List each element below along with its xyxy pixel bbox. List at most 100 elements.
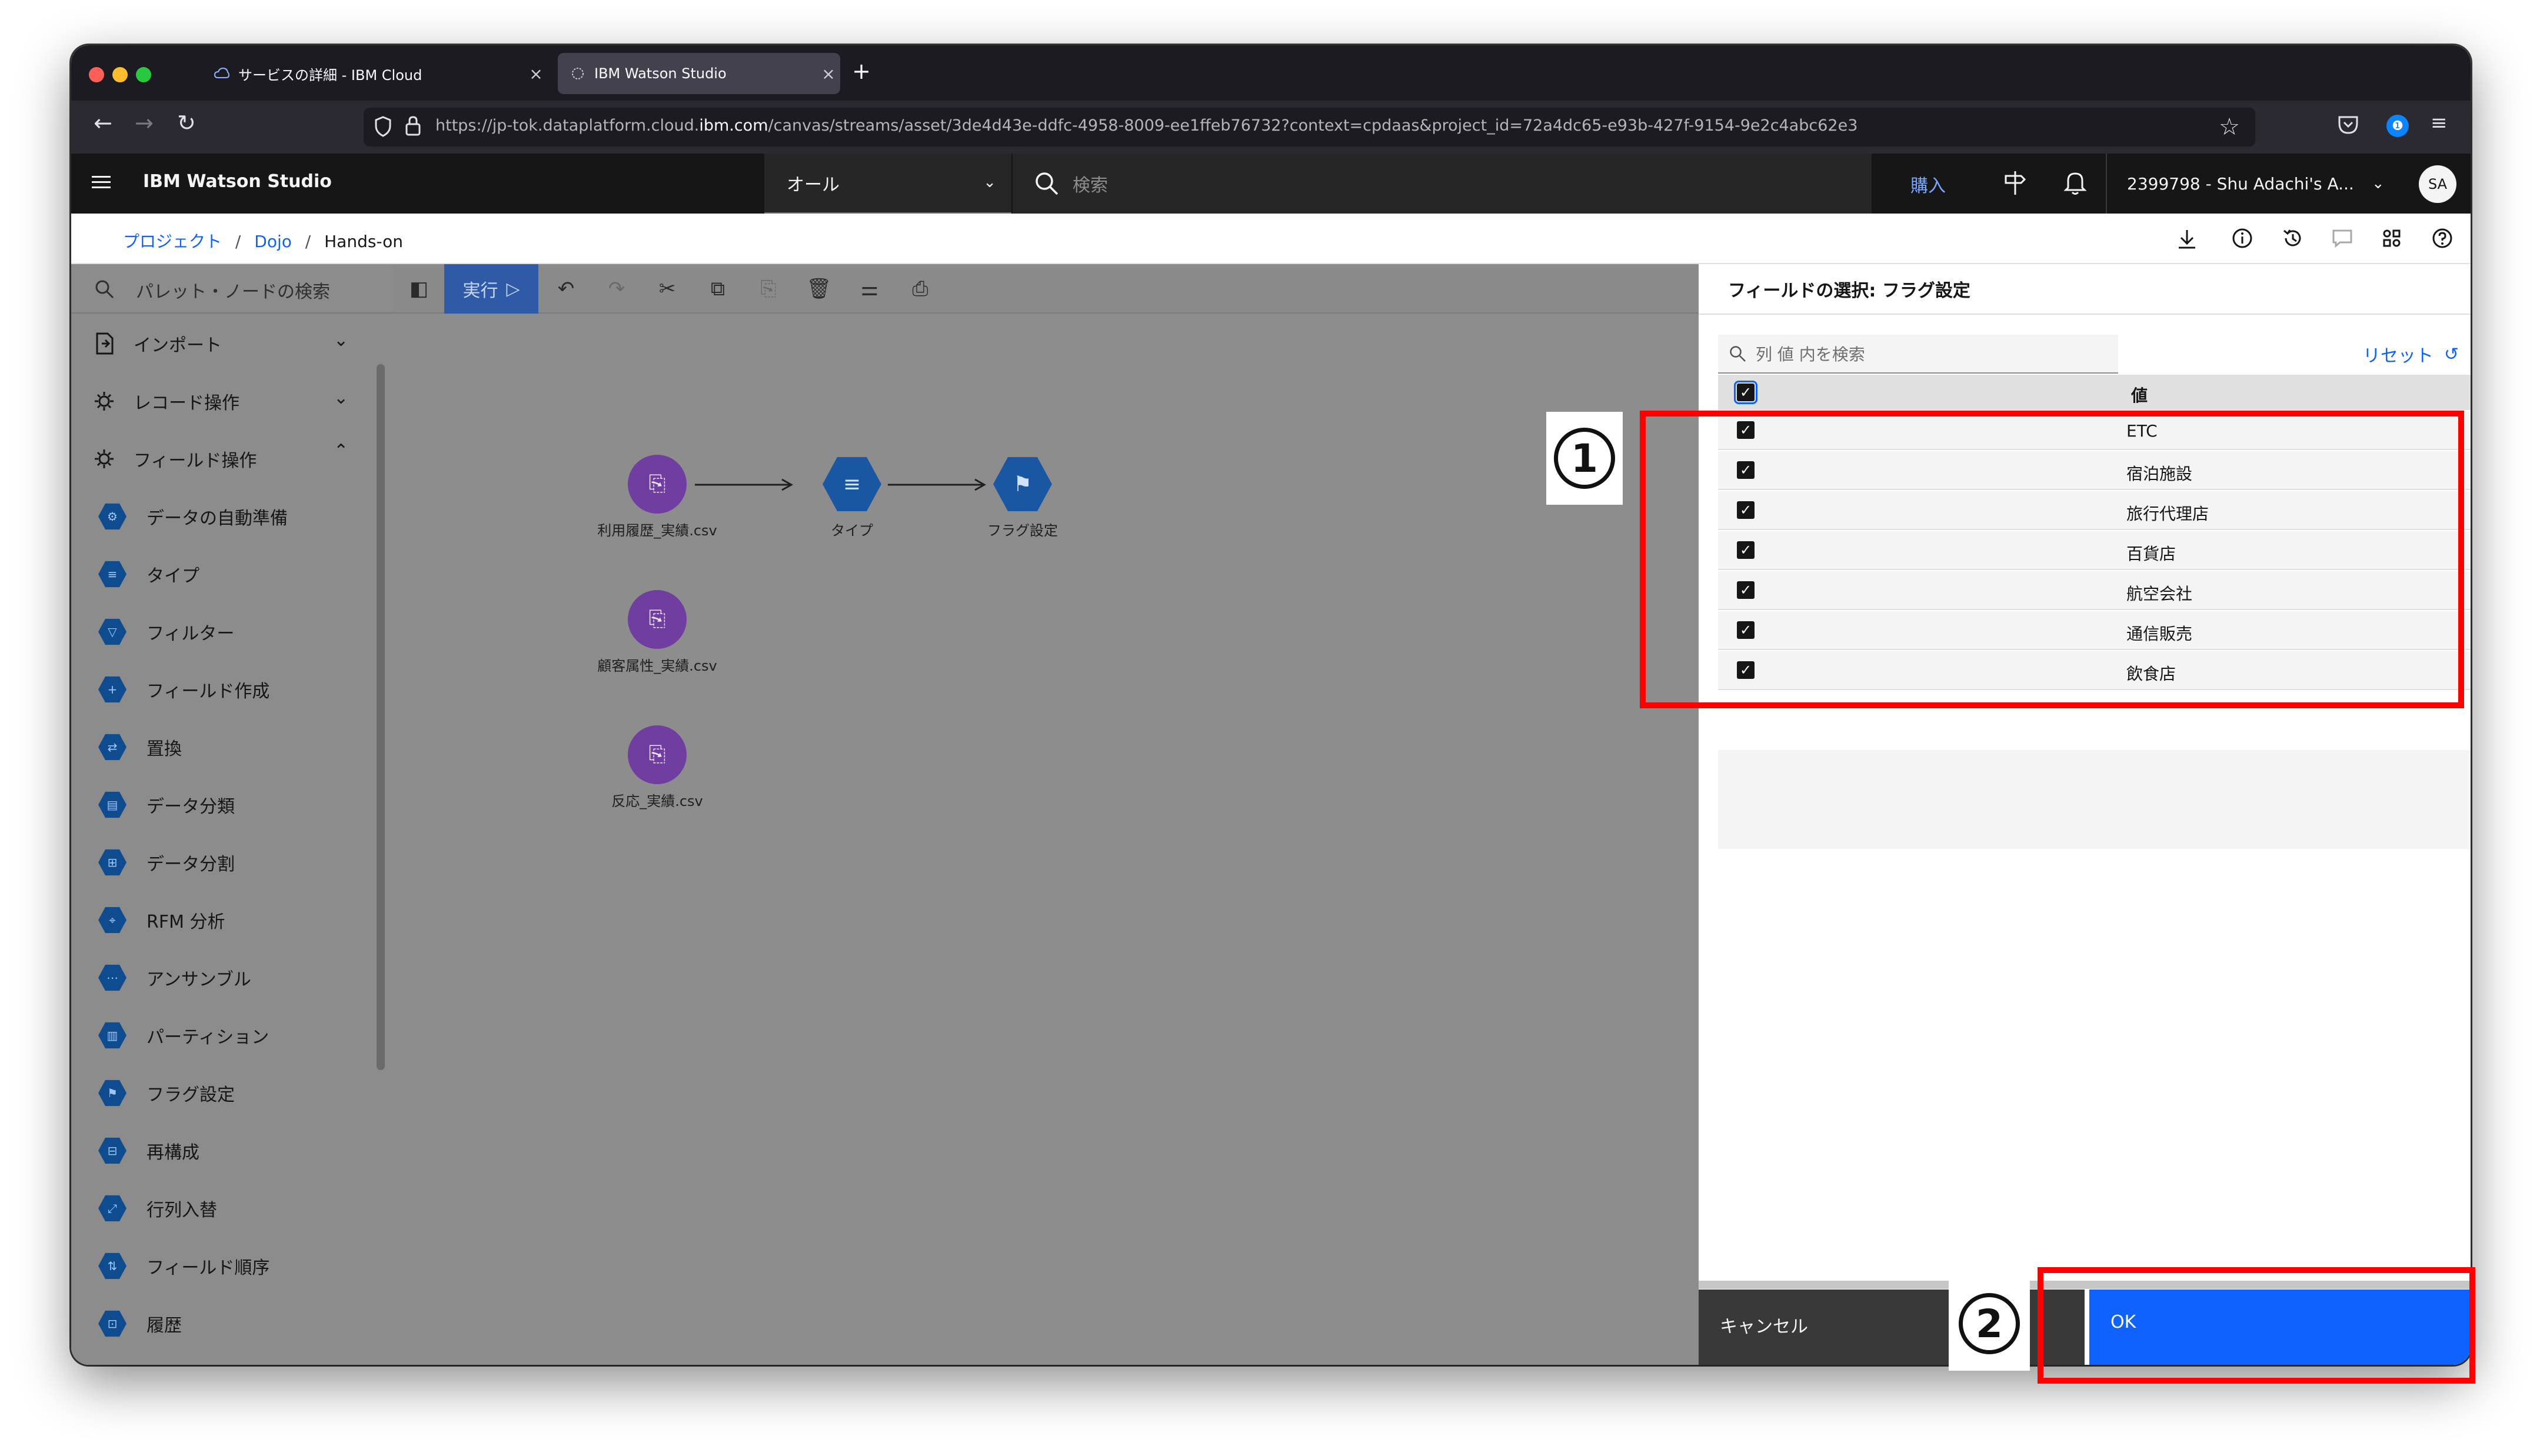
- search-input[interactable]: 検索: [1013, 154, 1872, 214]
- pocket-icon[interactable]: [2338, 115, 2361, 136]
- product-name[interactable]: IBM Watson Studio: [143, 171, 332, 192]
- save-icon[interactable]: ⎙: [895, 264, 946, 314]
- signpost-icon[interactable]: [2003, 169, 2027, 198]
- copy-icon[interactable]: ⧉: [693, 264, 743, 314]
- palette-search-input[interactable]: パレット・ノードの検索: [71, 264, 394, 314]
- url-text[interactable]: https://jp-tok.dataplatform.cloud.ibm.co…: [435, 116, 1857, 135]
- palette-item-set-to-flag[interactable]: ⚑ フラグ設定: [71, 1064, 377, 1122]
- reload-icon[interactable]: ↻: [177, 110, 196, 136]
- breadcrumb-separator: /: [235, 232, 241, 251]
- shield-icon[interactable]: [374, 116, 392, 139]
- select-all-checkbox[interactable]: ✓: [1734, 381, 1757, 404]
- redo-icon[interactable]: ↷: [591, 264, 642, 314]
- palette-item-filter[interactable]: ▽ フィルター: [71, 603, 377, 661]
- palette-item-label: フラグ設定: [147, 1085, 235, 1105]
- value-search-input[interactable]: 列 値 内を検索: [1718, 335, 2118, 374]
- node-label: タイプ: [831, 522, 873, 539]
- node-usage-history-csv[interactable]: ⎘: [628, 455, 687, 514]
- history-icon[interactable]: [2281, 226, 2305, 254]
- comment-icon[interactable]: [2332, 228, 2353, 253]
- auto-data-prep-icon: ⚙: [98, 503, 126, 530]
- zoom-window-icon[interactable]: [136, 67, 151, 82]
- run-button[interactable]: 実行 ▷: [444, 264, 538, 314]
- flow-canvas[interactable]: ⎘ 利用履歴_実績.csv ≡ タイプ ⚑ フラグ設定 ⎘ 顧客属性_実績.cs…: [394, 314, 1699, 1365]
- palette-item-auto-data-prep[interactable]: ⚙ データの自動準備: [71, 488, 377, 545]
- cut-icon[interactable]: ✂: [642, 264, 693, 314]
- delete-icon[interactable]: 🗑: [794, 264, 844, 314]
- breadcrumb-link-projects[interactable]: プロジェクト: [123, 232, 222, 251]
- palette-item-label: フィールド順序: [147, 1258, 270, 1278]
- tab-title: サービスの詳細 - IBM Cloud: [238, 66, 422, 84]
- palette-item-type[interactable]: ≡ タイプ: [71, 545, 377, 603]
- palette-item-transpose[interactable]: ⤢ 行列入替: [71, 1180, 377, 1237]
- browser-tab-watson-studio[interactable]: IBM Watson Studio ×: [558, 53, 840, 94]
- settings-sliders-icon[interactable]: ⚌: [844, 264, 895, 314]
- browser-tab-ibm-cloud[interactable]: サービスの詳細 - IBM Cloud ×: [202, 53, 548, 94]
- new-tab-button[interactable]: +: [847, 58, 876, 88]
- browser-toolbar: ← → ↻ https://jp-tok.dataplatform.cloud.…: [71, 101, 2471, 154]
- breadcrumb-current: Hands-on: [324, 232, 403, 251]
- palette-section-record-ops[interactable]: レコード操作 ⌄: [71, 372, 394, 430]
- browser-tab-bar: サービスの詳細 - IBM Cloud × IBM Watson Studio …: [71, 45, 2471, 101]
- palette-scrollbar[interactable]: [377, 364, 385, 1070]
- canvas-toolbar: ◧ 実行 ▷ ↶ ↷ ✂ ⧉ ⎘ 🗑 ⚌ ⎙: [394, 264, 1699, 314]
- palette-item-history[interactable]: ⊡ 履歴: [71, 1295, 377, 1352]
- paste-icon[interactable]: ⎘: [743, 264, 794, 314]
- help-icon[interactable]: [2432, 228, 2453, 253]
- hamburger-menu-icon[interactable]: [91, 172, 111, 195]
- back-icon[interactable]: ←: [94, 110, 112, 136]
- reset-icon: ↺: [2444, 344, 2459, 365]
- type-icon: ≡: [843, 472, 861, 497]
- palette-item-binning[interactable]: ▤ データ分類: [71, 776, 377, 834]
- buy-link[interactable]: 購入: [1910, 171, 1946, 197]
- palette-section-import[interactable]: インポート ⌄: [71, 315, 394, 372]
- palette-item-restructure[interactable]: ⊟ 再構成: [71, 1122, 377, 1180]
- palette-item-label: タイプ: [147, 566, 199, 587]
- account-switcher[interactable]: 2399798 - Shu Adachi's A... ⌄: [2127, 154, 2385, 214]
- panel-divider: [1699, 314, 2471, 315]
- node-set-to-flag[interactable]: ⚑: [993, 457, 1052, 511]
- palette-item-derive[interactable]: + フィールド作成: [71, 661, 377, 718]
- download-icon[interactable]: [2176, 228, 2198, 254]
- apps-icon[interactable]: [2381, 228, 2402, 253]
- node-customer-attributes-csv[interactable]: ⎘: [628, 590, 687, 649]
- palette-item-rfm[interactable]: ⌖ RFM 分析: [71, 891, 377, 949]
- node-response-csv[interactable]: ⎘: [628, 725, 687, 784]
- scope-dropdown[interactable]: オール ⌄: [764, 154, 1011, 214]
- avatar[interactable]: SA: [2419, 165, 2456, 203]
- close-window-icon[interactable]: [89, 67, 104, 82]
- notification-bell-icon[interactable]: [2063, 169, 2087, 198]
- values-table-header: ✓ 値: [1718, 375, 2471, 410]
- menu-icon[interactable]: ≡: [2431, 111, 2448, 135]
- info-icon[interactable]: [2232, 228, 2253, 253]
- close-tab-icon[interactable]: ×: [524, 64, 548, 84]
- close-tab-icon[interactable]: ×: [817, 64, 840, 84]
- breadcrumb-link-dojo[interactable]: Dojo: [254, 232, 292, 251]
- palette-item-field-reorder[interactable]: ⇅ フィールド順序: [71, 1237, 377, 1295]
- toggle-palette-icon[interactable]: ◧: [394, 264, 444, 314]
- palette-item-label: アンサンブル: [147, 969, 251, 990]
- breadcrumb: プロジェクト / Dojo / Hands-on: [71, 214, 2471, 264]
- restructure-icon: ⊟: [98, 1137, 126, 1164]
- tab-title: IBM Watson Studio: [594, 65, 727, 82]
- minimize-window-icon[interactable]: [112, 67, 128, 82]
- chevron-down-icon: ⌄: [334, 388, 349, 408]
- palette-item-filler[interactable]: ⇄ 置換: [71, 718, 377, 776]
- palette-item-ensemble[interactable]: ⋯ アンサンブル: [71, 949, 377, 1007]
- undo-icon[interactable]: ↶: [541, 264, 591, 314]
- lock-icon[interactable]: [405, 115, 421, 139]
- record-ops-icon: [95, 392, 114, 411]
- breadcrumb-separator: /: [305, 232, 311, 251]
- palette-section-field-ops[interactable]: フィールド操作 ⌃: [71, 430, 394, 488]
- password-manager-icon[interactable]: ❶: [2386, 115, 2409, 137]
- forward-icon[interactable]: →: [135, 110, 154, 136]
- palette-item-split[interactable]: ⊞ データ分割: [71, 834, 377, 891]
- annotation-number: 2: [1959, 1293, 2020, 1354]
- palette-item-partition[interactable]: ▥ パーティション: [71, 1007, 377, 1064]
- flag-icon: ⚑: [1013, 472, 1033, 497]
- bookmark-star-icon[interactable]: ☆: [2219, 114, 2240, 141]
- palette-item-label: フィールド作成: [147, 681, 270, 702]
- reset-button[interactable]: リセット ↺: [2363, 335, 2459, 374]
- address-bar[interactable]: https://jp-tok.dataplatform.cloud.ibm.co…: [364, 108, 2255, 146]
- node-type[interactable]: ≡: [823, 457, 881, 511]
